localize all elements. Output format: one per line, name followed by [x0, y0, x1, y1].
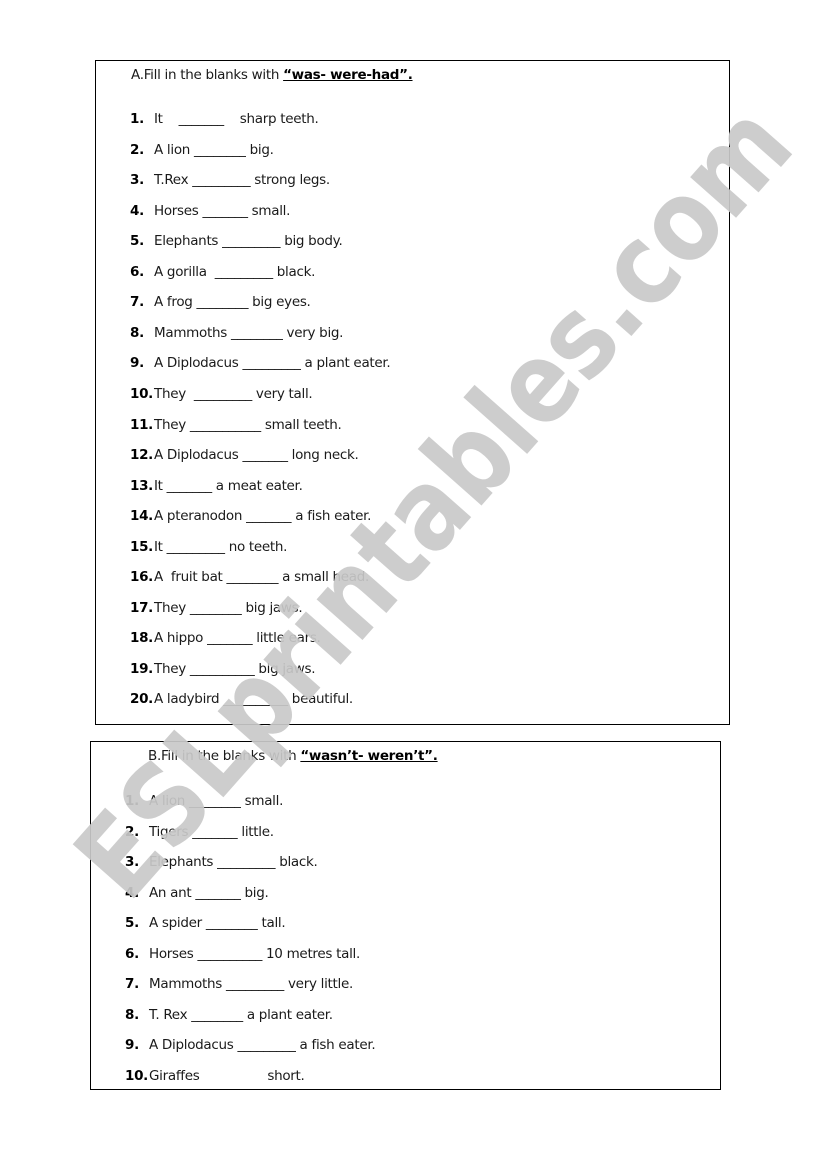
item-sentence: Mammoths _________ very little.: [149, 976, 353, 992]
item-number: 7.: [130, 294, 144, 311]
exercise-item: 14.A pteranodon _______ a fish eater.: [130, 506, 371, 526]
item-number: 11.: [130, 416, 154, 433]
item-number: 10.: [125, 1067, 149, 1084]
section-a-instruction: A.Fill in the blanks with “was- were-had…: [131, 67, 413, 83]
item-sentence: A Diplodacus _______ long neck.: [154, 447, 359, 464]
item-number: 1.: [125, 793, 139, 809]
item-number: 13.: [130, 477, 154, 494]
item-number: 16.: [130, 569, 154, 586]
exercise-item: 10.Giraffes short.: [125, 1066, 305, 1086]
item-number: 4.: [130, 202, 144, 219]
exercise-item: 9. A Diplodacus _________ a plant eater.: [130, 353, 391, 373]
exercise-item: 15.It _________ no teeth.: [130, 537, 287, 557]
item-sentence: A Diplodacus _________ a fish eater.: [149, 1037, 376, 1053]
item-sentence: Horses _______ small.: [154, 202, 291, 219]
item-number: 10.: [130, 385, 154, 402]
item-sentence: A pteranodon _______ a fish eater.: [154, 508, 372, 525]
item-number: 2.: [125, 823, 139, 840]
exercise-item: 19.They __________ big jaws.: [130, 659, 316, 679]
exercise-item: 3. T.Rex _________ strong legs.: [130, 170, 330, 190]
item-sentence: A lion ________ small.: [149, 793, 284, 809]
instruction-keywords: “wasn’t- weren’t”.: [300, 748, 438, 764]
exercise-item: 16.A fruit bat ________ a small head.: [130, 567, 369, 587]
item-sentence: T.Rex _________ strong legs.: [154, 172, 330, 189]
item-number: 15.: [130, 538, 154, 555]
exercise-item: 12.A Diplodacus _______ long neck.: [130, 445, 359, 465]
item-sentence: A fruit bat ________ a small head.: [154, 569, 370, 586]
section-a-box: A.Fill in the blanks with “was- were-had…: [95, 60, 730, 725]
item-sentence: A spider ________ tall.: [149, 915, 286, 931]
exercise-item: 6. A gorilla _________ black.: [130, 262, 315, 282]
exercise-item: 8. T. Rex ________ a plant eater.: [125, 1005, 333, 1025]
item-sentence: A hippo _______ little ears.: [154, 630, 321, 647]
section-b-instruction: B.Fill in the blanks with “wasn’t- weren…: [148, 748, 438, 764]
item-sentence: Elephants _________ big body.: [154, 233, 343, 250]
instruction-keywords: “was- were-had”.: [283, 67, 413, 83]
exercise-item: 11.They ___________ small teeth.: [130, 415, 342, 435]
item-number: 2.: [130, 141, 144, 158]
exercise-item: 1. A lion ________ small.: [125, 791, 283, 811]
item-number: 3.: [130, 172, 144, 189]
exercise-item: 7. Mammoths _________ very little.: [125, 974, 353, 994]
item-number: 6.: [130, 263, 144, 280]
item-sentence: Tigers _______ little.: [149, 823, 274, 840]
item-sentence: Mammoths ________ very big.: [154, 324, 344, 341]
item-sentence: An ant _______ big.: [149, 884, 269, 901]
item-sentence: It _______ a meat eater.: [154, 477, 303, 494]
exercise-item: 9. A Diplodacus _________ a fish eater.: [125, 1035, 376, 1055]
item-sentence: They ___________ small teeth.: [154, 416, 342, 433]
exercise-item: 20.A ladybird __________ beautiful.: [130, 689, 353, 709]
exercise-item: 5. Elephants _________ big body.: [130, 231, 343, 251]
exercise-item: 7. A frog ________ big eyes.: [130, 292, 311, 312]
instruction-prefix: B.Fill in the blanks with: [148, 748, 301, 764]
item-number: 19.: [130, 660, 154, 677]
item-sentence: Horses __________ 10 metres tall.: [149, 945, 360, 962]
item-sentence: They __________ big jaws.: [154, 660, 316, 677]
item-sentence: A Diplodacus _________ a plant eater.: [154, 355, 391, 372]
exercise-item: 1. It _______ sharp teeth.: [130, 109, 319, 129]
item-number: 1.: [130, 111, 144, 127]
item-sentence: It _______ sharp teeth.: [154, 111, 319, 127]
item-sentence: Giraffes short.: [149, 1067, 305, 1084]
exercise-item: 13.It _______ a meat eater.: [130, 476, 303, 496]
item-number: 9.: [125, 1037, 139, 1053]
item-number: 18.: [130, 630, 154, 647]
exercise-item: 3. Elephants _________ black.: [125, 852, 318, 872]
item-number: 5.: [125, 915, 139, 931]
instruction-prefix: A.Fill in the blanks with: [131, 67, 284, 83]
exercise-item: 6. Horses __________ 10 metres tall.: [125, 944, 360, 964]
section-b-box: B.Fill in the blanks with “wasn’t- weren…: [90, 741, 721, 1090]
item-number: 8.: [130, 324, 144, 341]
exercise-item: 17.They ________ big jaws.: [130, 598, 303, 618]
exercise-item: 8. Mammoths ________ very big.: [130, 323, 343, 343]
item-number: 8.: [125, 1006, 139, 1023]
item-sentence: T. Rex ________ a plant eater.: [149, 1006, 333, 1023]
item-sentence: A frog ________ big eyes.: [154, 294, 311, 311]
exercise-item: 5. A spider ________ tall.: [125, 913, 286, 933]
item-number: 3.: [125, 854, 139, 870]
item-number: 9.: [130, 355, 144, 372]
item-number: 4.: [125, 884, 139, 901]
exercise-item: 4. An ant _______ big.: [125, 883, 269, 903]
item-number: 5.: [130, 233, 144, 250]
item-number: 6.: [125, 945, 139, 962]
item-number: 7.: [125, 976, 139, 992]
item-sentence: A ladybird __________ beautiful.: [154, 691, 353, 708]
item-number: 12.: [130, 447, 154, 464]
item-sentence: A gorilla _________ black.: [154, 263, 316, 280]
exercise-item: 4. Horses _______ small.: [130, 201, 290, 221]
exercise-item: 18.A hippo _______ little ears.: [130, 628, 321, 648]
exercise-item: 10.They _________ very tall.: [130, 384, 313, 404]
item-number: 20.: [130, 691, 154, 708]
item-sentence: It _________ no teeth.: [154, 538, 288, 555]
item-number: 14.: [130, 508, 154, 525]
item-sentence: A lion ________ big.: [154, 141, 274, 158]
exercise-item: 2. A lion ________ big.: [130, 140, 274, 160]
exercise-item: 2. Tigers _______ little.: [125, 822, 274, 842]
item-sentence: They ________ big jaws.: [154, 599, 303, 616]
item-sentence: Elephants _________ black.: [149, 854, 318, 870]
item-sentence: They _________ very tall.: [154, 385, 313, 402]
item-number: 17.: [130, 599, 154, 616]
